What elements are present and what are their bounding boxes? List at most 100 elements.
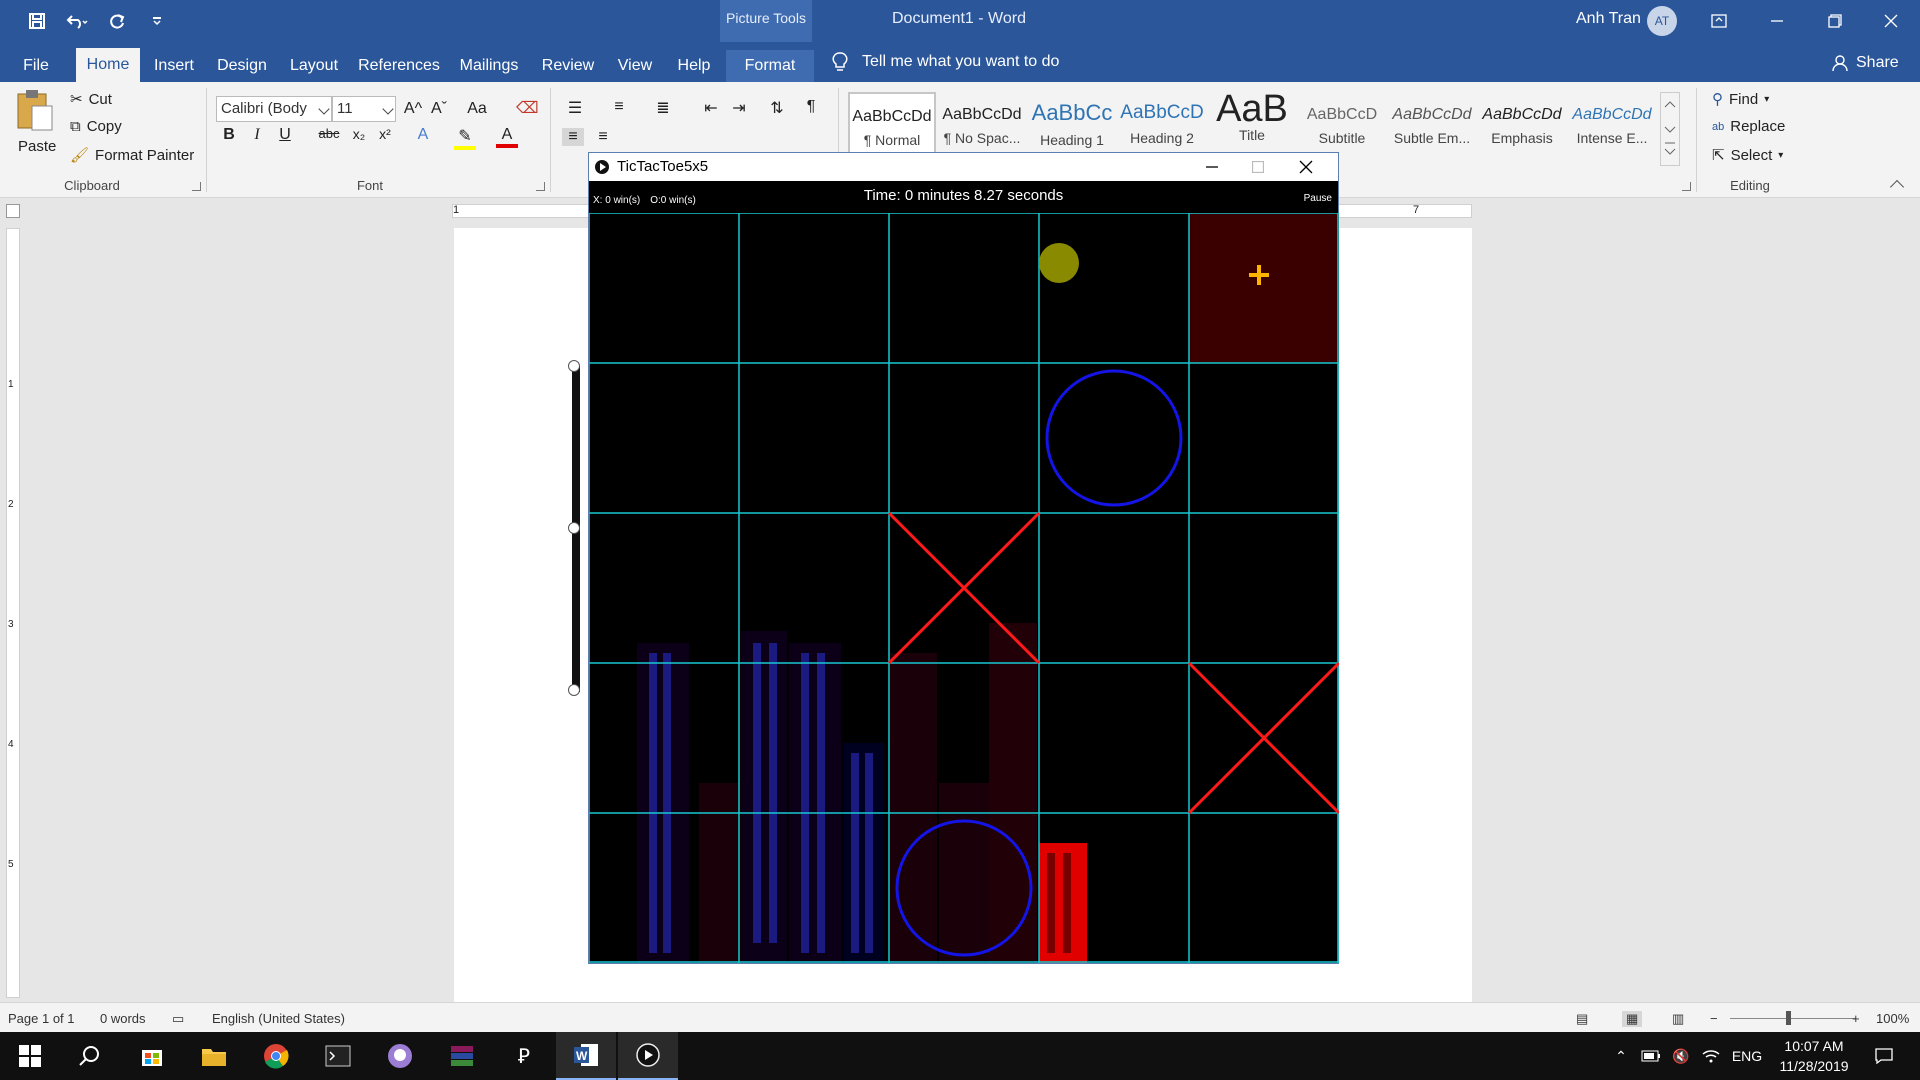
board-cell[interactable] bbox=[739, 363, 889, 513]
tab-home[interactable]: Home bbox=[76, 48, 140, 82]
save-icon[interactable] bbox=[20, 8, 54, 34]
resize-handle[interactable] bbox=[568, 684, 580, 696]
board-cell[interactable] bbox=[1039, 363, 1189, 513]
resize-handle[interactable] bbox=[568, 522, 580, 534]
styles-gallery-scroll[interactable] bbox=[1660, 92, 1680, 166]
action-center-icon[interactable] bbox=[1864, 1032, 1904, 1080]
read-mode-icon[interactable]: ▤ bbox=[1576, 1011, 1588, 1027]
italic-button[interactable]: I bbox=[246, 126, 268, 144]
board-cell[interactable] bbox=[589, 813, 739, 963]
winrar-icon[interactable] bbox=[432, 1032, 492, 1080]
zoom-slider[interactable] bbox=[1730, 1018, 1856, 1019]
font-dialog-launcher[interactable] bbox=[536, 182, 545, 191]
board-cell[interactable] bbox=[739, 213, 889, 363]
style-subtle-emphasis[interactable]: AaBbCcDd Subtle Em... bbox=[1388, 92, 1476, 156]
collapse-ribbon-icon[interactable] bbox=[1889, 179, 1905, 195]
zoom-level[interactable]: 100% bbox=[1876, 1011, 1909, 1026]
tab-references[interactable]: References bbox=[354, 50, 444, 82]
file-explorer-icon[interactable] bbox=[184, 1032, 244, 1080]
paste-button[interactable]: Paste bbox=[14, 88, 60, 176]
ribbon-display-options-icon[interactable] bbox=[1690, 0, 1748, 42]
zoom-in-icon[interactable]: + bbox=[1852, 1011, 1860, 1026]
shrink-font-button[interactable]: Aˇ bbox=[428, 100, 450, 118]
board-cell[interactable] bbox=[739, 513, 889, 663]
subscript-button[interactable]: x₂ bbox=[348, 126, 370, 142]
close-icon[interactable] bbox=[1862, 0, 1920, 42]
board-cell[interactable] bbox=[589, 213, 739, 363]
tell-me-search[interactable]: Tell me what you want to do bbox=[832, 52, 1059, 72]
board-cell[interactable] bbox=[1039, 663, 1189, 813]
board-cell[interactable] bbox=[1189, 813, 1339, 963]
select-button[interactable]: ⇱ Select ▾ bbox=[1712, 146, 1783, 165]
web-layout-icon[interactable]: ▥ bbox=[1672, 1011, 1684, 1027]
redo-icon[interactable] bbox=[100, 8, 134, 34]
terminal-icon[interactable] bbox=[308, 1032, 368, 1080]
text-effects-icon[interactable]: A bbox=[412, 126, 434, 144]
align-center-icon[interactable]: ≡ bbox=[592, 128, 614, 146]
avatar[interactable]: AT bbox=[1647, 6, 1677, 36]
board-cell[interactable] bbox=[1039, 213, 1189, 363]
user-name[interactable]: Anh Tran bbox=[1576, 10, 1641, 28]
tab-mailings[interactable]: Mailings bbox=[452, 50, 526, 82]
wifi-icon[interactable] bbox=[1696, 1032, 1726, 1080]
tab-help[interactable]: Help bbox=[668, 50, 720, 82]
tab-view[interactable]: View bbox=[610, 50, 660, 82]
numbering-icon[interactable]: ≡ bbox=[608, 98, 630, 116]
zoom-out-icon[interactable]: − bbox=[1710, 1011, 1718, 1026]
board-cell[interactable] bbox=[589, 513, 739, 663]
print-layout-icon[interactable]: ▦ bbox=[1622, 1011, 1643, 1027]
underline-button[interactable]: U bbox=[274, 126, 296, 144]
tab-file[interactable]: File bbox=[10, 50, 62, 82]
grow-font-button[interactable]: A^ bbox=[402, 100, 424, 118]
game-board[interactable] bbox=[589, 213, 1339, 963]
copy-button[interactable]: ⧉ Copy bbox=[70, 118, 122, 135]
language[interactable]: English (United States) bbox=[212, 1011, 345, 1026]
customize-qat-icon[interactable] bbox=[140, 8, 174, 34]
vertical-ruler[interactable]: 1 2 3 4 5 bbox=[6, 228, 20, 998]
input-language[interactable]: ENG bbox=[1728, 1032, 1766, 1080]
sort-icon[interactable]: ⇅ bbox=[766, 98, 788, 118]
align-left-icon[interactable]: ≡ bbox=[562, 128, 584, 146]
pause-button[interactable]: Pause bbox=[1304, 193, 1332, 204]
cut-button[interactable]: ✂ Cut bbox=[70, 90, 112, 109]
font-color-icon[interactable]: A bbox=[496, 126, 518, 148]
resize-handle[interactable] bbox=[568, 360, 580, 372]
app-icon[interactable]: Ꝑ bbox=[494, 1032, 554, 1080]
store-icon[interactable] bbox=[122, 1032, 182, 1080]
style-title[interactable]: AaB Title bbox=[1208, 92, 1296, 156]
style-emphasis[interactable]: AaBbCcDd Emphasis bbox=[1478, 92, 1566, 156]
game-minimize-icon[interactable] bbox=[1189, 153, 1235, 181]
tictactoe-taskbar-icon[interactable] bbox=[618, 1032, 678, 1080]
board-cell[interactable] bbox=[889, 813, 1039, 963]
game-maximize-icon[interactable] bbox=[1235, 153, 1281, 181]
font-name-combo[interactable]: Calibri (Body bbox=[216, 96, 332, 122]
system-clock[interactable]: 10:07 AM 11/28/2019 bbox=[1768, 1036, 1860, 1076]
game-close-icon[interactable] bbox=[1283, 153, 1329, 181]
show-formatting-icon[interactable]: ¶ bbox=[800, 98, 822, 116]
start-icon[interactable] bbox=[0, 1032, 60, 1080]
board-cell[interactable] bbox=[889, 213, 1039, 363]
github-icon[interactable] bbox=[370, 1032, 430, 1080]
highlight-color-icon[interactable]: ✎ bbox=[454, 126, 476, 150]
share-button[interactable]: Share bbox=[1832, 54, 1899, 72]
change-case-button[interactable]: Aa bbox=[462, 100, 492, 118]
board-cell[interactable] bbox=[889, 663, 1039, 813]
board-cell[interactable] bbox=[1189, 513, 1339, 663]
word-icon[interactable]: W bbox=[556, 1032, 616, 1080]
multilevel-list-icon[interactable]: ≣ bbox=[652, 98, 674, 118]
tab-format[interactable]: Format bbox=[726, 50, 814, 82]
tab-layout[interactable]: Layout bbox=[282, 50, 346, 82]
chevron-up-icon[interactable]: ⌃ bbox=[1606, 1032, 1636, 1080]
board-cell[interactable] bbox=[1039, 813, 1189, 963]
decrease-indent-icon[interactable]: ⇤ bbox=[700, 98, 722, 118]
style-normal[interactable]: AaBbCcDd ¶ Normal bbox=[848, 92, 936, 156]
superscript-button[interactable]: x² bbox=[374, 126, 396, 142]
bullets-icon[interactable]: ☰ bbox=[564, 98, 586, 118]
proofing-icon[interactable]: ▭ bbox=[172, 1011, 184, 1027]
tab-review[interactable]: Review bbox=[536, 50, 600, 82]
word-count[interactable]: 0 words bbox=[100, 1011, 146, 1026]
board-cell[interactable] bbox=[889, 363, 1039, 513]
find-button[interactable]: ⚲ Find ▾ bbox=[1712, 90, 1769, 109]
restore-icon[interactable] bbox=[1806, 0, 1864, 42]
board-cell[interactable] bbox=[1039, 513, 1189, 663]
